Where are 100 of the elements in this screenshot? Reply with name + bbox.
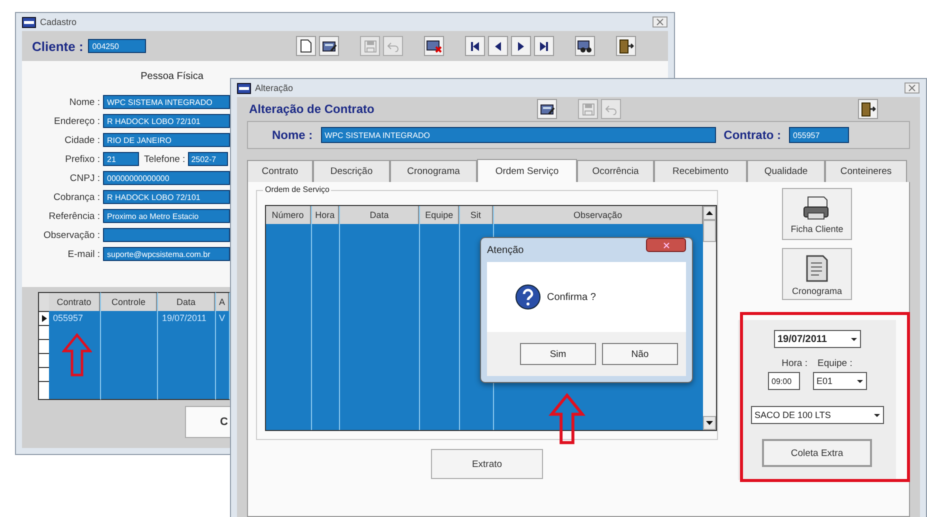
document-icon (300, 39, 312, 53)
row-header-cell[interactable] (39, 339, 49, 353)
hora-field[interactable]: 09:00 (768, 372, 800, 390)
dialog-message: Confirma ? (547, 292, 596, 302)
section-title: Pessoa Física (140, 71, 204, 82)
undo-icon (386, 40, 400, 52)
column-header[interactable]: A (216, 293, 229, 311)
close-button[interactable] (646, 238, 686, 252)
document-icon (804, 252, 830, 282)
tab[interactable]: Recebimento (654, 160, 747, 182)
column-header[interactable]: Contrato (49, 293, 100, 311)
exit-door-icon (618, 38, 634, 54)
coleta-extra-button[interactable]: Coleta Extra (762, 439, 872, 467)
close-icon[interactable] (652, 16, 668, 28)
scroll-thumb[interactable] (703, 220, 716, 242)
close-icon (662, 242, 670, 248)
row-header-cell[interactable] (39, 353, 49, 367)
table-cell-text: V (218, 312, 226, 324)
row-header-cell[interactable] (39, 325, 49, 339)
column-header[interactable]: Data (340, 206, 420, 224)
prev-button[interactable] (488, 36, 508, 56)
table-cell-text: 055957 (52, 312, 84, 324)
input-field[interactable]: Proximo ao Metro Estacio (103, 209, 230, 223)
app-icon (22, 16, 36, 28)
input-field[interactable]: R HADOCK LOBO 72/101 (103, 114, 230, 128)
date-dropdown[interactable]: 19/07/2011 (774, 330, 860, 348)
input-field[interactable]: WPC SISTEMA INTEGRADO (103, 95, 230, 109)
column-header[interactable]: Controle (101, 293, 157, 311)
tab[interactable]: Conteineres (825, 160, 907, 182)
exit-button[interactable] (616, 36, 636, 56)
contrato-field[interactable]: 055957 (789, 127, 849, 143)
exit-button[interactable] (858, 99, 878, 119)
group-title: Ordem de Serviço (263, 185, 332, 194)
scroll-up-icon[interactable] (706, 211, 714, 215)
column-header[interactable]: Sit (460, 206, 492, 224)
field-label: CNPJ : (68, 172, 101, 184)
cliente-field[interactable]: 004250 (88, 39, 146, 53)
nome-field[interactable]: WPC SISTEMA INTEGRADO (320, 127, 716, 143)
field-label: Cobrança : (52, 192, 101, 202)
field-label: E-mail : (66, 248, 101, 260)
tab[interactable]: Contrato (247, 160, 313, 182)
edit-button[interactable] (537, 99, 558, 119)
delete-button[interactable] (424, 36, 444, 56)
extrato-button[interactable]: Extrato (431, 449, 543, 479)
card-icon (322, 40, 337, 52)
nome-label: Nome : (272, 128, 313, 142)
field-label: Nome : (68, 96, 101, 108)
new-button[interactable] (296, 36, 316, 56)
tab[interactable]: Qualidade (747, 160, 825, 182)
cliente-label: Cliente : (32, 38, 84, 54)
column-header[interactable]: Número (266, 206, 310, 224)
column-header[interactable]: Equipe (420, 206, 459, 224)
input-field[interactable]: suporte@wpcsistema.com.br (103, 247, 230, 261)
question-icon (515, 284, 541, 310)
last-button[interactable] (534, 36, 554, 56)
form-heading: Alteração de Contrato (249, 102, 374, 116)
input-field[interactable]: 00000000000000 (103, 171, 230, 185)
table-cell-text: 19/07/2011 (161, 312, 208, 324)
window-title: Alteração (255, 83, 294, 93)
close-icon[interactable] (904, 82, 920, 94)
item-dropdown[interactable]: SACO DE 100 LTS (750, 406, 884, 424)
column-header[interactable]: Data (158, 293, 215, 311)
row-header-cell[interactable] (39, 311, 49, 325)
tab[interactable]: Ordem Serviço (477, 159, 577, 182)
row-header-cell[interactable] (39, 381, 49, 395)
undo-icon (604, 104, 618, 114)
delete-card-icon (426, 39, 442, 53)
dialog-button[interactable]: Não (602, 343, 678, 365)
scrollbar[interactable] (703, 206, 716, 430)
input-field[interactable] (103, 228, 230, 242)
tab[interactable]: Ocorrência (577, 160, 654, 182)
hora-label: Hora : (782, 358, 808, 369)
field-label: Cidade : (64, 134, 101, 146)
input-field[interactable]: 2502-7 (188, 152, 228, 166)
edit-button[interactable] (319, 36, 340, 56)
equipe-label: Equipe : (818, 358, 852, 369)
column-header[interactable]: Hora (312, 206, 340, 224)
search-button[interactable] (575, 36, 596, 56)
next-button[interactable] (511, 36, 532, 56)
tab[interactable]: Descrição (313, 160, 390, 182)
column-header[interactable]: Observação (494, 206, 704, 224)
scroll-down-icon[interactable] (706, 421, 714, 425)
binoculars-icon (577, 40, 594, 52)
input-field[interactable]: RIO DE JANEIRO (103, 133, 230, 147)
app-icon (237, 82, 251, 94)
corner-cell (39, 293, 49, 311)
equipe-dropdown[interactable]: E01 (812, 372, 866, 390)
row-header-cell[interactable] (39, 367, 49, 381)
field-label: Prefixo : (64, 154, 101, 164)
tab[interactable]: Cronograma (390, 160, 477, 182)
first-button[interactable] (465, 36, 486, 56)
side-button[interactable]: Cronograma (782, 248, 852, 300)
dialog-button[interactable]: Sim (520, 343, 596, 365)
side-button[interactable]: Ficha Cliente (782, 188, 852, 240)
action-button[interactable]: C (185, 406, 230, 438)
first-record-icon (470, 40, 480, 52)
input-field[interactable]: 21 (103, 152, 139, 166)
field-label: Endereço : (53, 116, 101, 126)
input-field[interactable]: R HADOCK LOBO 72/101 (103, 190, 230, 204)
last-record-icon (539, 40, 550, 52)
